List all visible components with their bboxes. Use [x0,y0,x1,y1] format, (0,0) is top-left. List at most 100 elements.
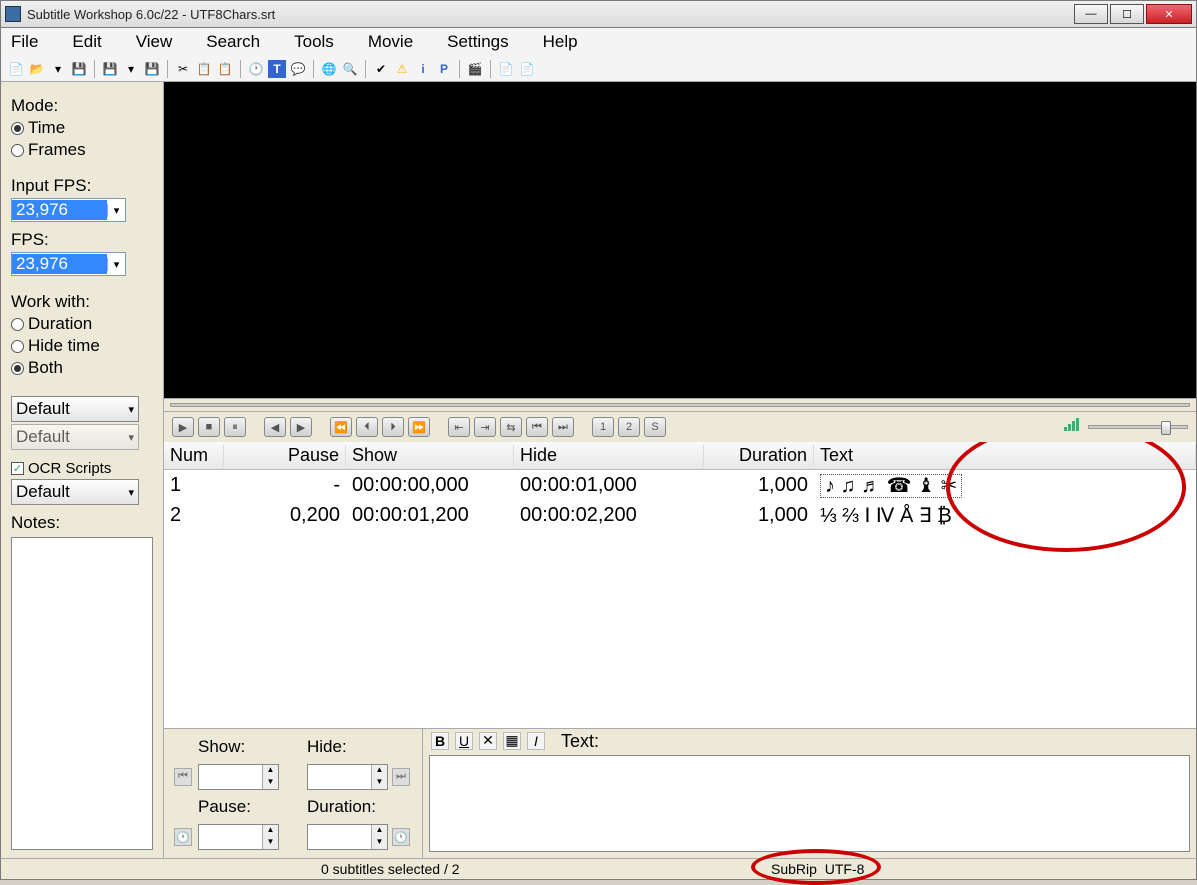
doc2-icon[interactable]: 📄 [518,60,536,78]
italic-button[interactable]: I [527,732,545,750]
menu-edit[interactable]: Edit [68,30,105,54]
title-bar: Subtitle Workshop 6.0c/22 - UTF8Chars.sr… [0,0,1197,28]
subtitle-text-input[interactable] [429,755,1190,852]
radio-frames[interactable]: Frames [11,140,153,160]
cut-icon[interactable]: ✂ [174,60,192,78]
input-fps-label: Input FPS: [11,176,153,196]
stop-button[interactable]: ■ [198,417,220,437]
dropdown-icon[interactable]: ▾ [49,60,67,78]
rewind-button[interactable]: ⏪ [330,417,352,437]
combo-default-3[interactable]: Default▾ [11,479,139,505]
lang-icon[interactable]: 🌐 [320,60,338,78]
mark-in-button[interactable]: ⇤ [448,417,470,437]
open-icon[interactable]: 📂 [28,60,46,78]
status-bar: 0 subtitles selected / 2 SubRip UTF-8 [0,858,1197,880]
show-input[interactable]: ▲▼ [198,764,279,790]
chat-icon[interactable]: 💬 [289,60,307,78]
input-fps-field[interactable]: 23,976▾ [11,198,126,222]
num1-button[interactable]: 1 [592,417,614,437]
play-button[interactable]: ▶ [172,417,194,437]
doc1-icon[interactable]: 📄 [497,60,515,78]
sync3-button[interactable]: ⏭ [552,417,574,437]
search-icon[interactable]: 🔍 [341,60,359,78]
prev-button[interactable]: ◀ [264,417,286,437]
copy-icon[interactable]: 📋 [195,60,213,78]
subtitle-text-cell: ⅓ ⅔ Ⅰ Ⅳ Å ∃ ₿ [814,503,1196,528]
next-sub-icon[interactable]: ⏭ [392,768,410,786]
next-button[interactable]: ▶ [290,417,312,437]
status-encoding: UTF-8 [825,861,865,877]
col-text[interactable]: Text [814,445,1196,466]
menu-view[interactable]: View [132,30,177,54]
combo-default-1[interactable]: Default▾ [11,396,139,422]
paste-icon[interactable]: 📋 [216,60,234,78]
table-row[interactable]: 2 0,200 00:00:01,200 00:00:02,200 1,000 … [164,500,1196,530]
notes-label: Notes: [11,513,153,533]
menu-bar: File Edit View Search Tools Movie Settin… [0,28,1197,56]
sync2-button[interactable]: ⏮ [526,417,548,437]
duration-input[interactable]: ▲▼ [307,824,388,850]
back-button[interactable]: ⏴ [356,417,378,437]
work-with-label: Work with: [11,292,153,312]
menu-movie[interactable]: Movie [364,30,417,54]
text-icon[interactable]: T [268,60,286,78]
sync1-button[interactable]: ⇆ [500,417,522,437]
fwd-button[interactable]: ⏵ [382,417,404,437]
notes-textarea[interactable] [11,537,153,850]
maximize-button[interactable]: ☐ [1110,4,1144,24]
radio-hidetime[interactable]: Hide time [11,336,153,356]
radio-both[interactable]: Both [11,358,153,378]
menu-settings[interactable]: Settings [443,30,512,54]
video-preview[interactable] [164,82,1196,398]
color-button[interactable]: ▦ [503,732,521,750]
video-icon[interactable]: 🎬 [466,60,484,78]
info-icon[interactable]: i [414,60,432,78]
save2-icon[interactable]: 💾 [101,60,119,78]
save-icon[interactable]: 💾 [70,60,88,78]
clear-button[interactable]: ✕ [479,732,497,750]
status-format: SubRip [771,861,817,877]
dropdown2-icon[interactable]: ▾ [122,60,140,78]
playback-controls: ▶ ■ ⏸ ◀ ▶ ⏪ ⏴ ⏵ ⏩ ⇤ ⇥ ⇆ ⏮ ⏭ 1 2 S [164,412,1196,442]
underline-button[interactable]: U [455,732,473,750]
menu-search[interactable]: Search [202,30,264,54]
menu-help[interactable]: Help [539,30,582,54]
col-pause[interactable]: Pause [224,445,346,466]
scrub-bar[interactable] [164,398,1196,412]
close-button[interactable]: ✕ [1146,4,1192,24]
new-icon[interactable]: 📄 [7,60,25,78]
radio-time[interactable]: Time [11,118,153,138]
menu-file[interactable]: File [7,30,42,54]
clock1-icon[interactable]: 🕐 [174,828,192,846]
bold-button[interactable]: B [431,732,449,750]
col-duration[interactable]: Duration [704,445,814,466]
warning-icon[interactable]: ⚠ [393,60,411,78]
prev-sub-icon[interactable]: ⏮ [174,768,192,786]
time-icon[interactable]: 🕐 [247,60,265,78]
subtitle-text-cell[interactable]: ♪ ♫ ♬ ☎ ♝ ✂ [820,474,962,498]
clock2-icon[interactable]: 🕐 [392,828,410,846]
pascal-icon[interactable]: P [435,60,453,78]
menu-tools[interactable]: Tools [290,30,338,54]
fps-field[interactable]: 23,976▾ [11,252,126,276]
s-button[interactable]: S [644,417,666,437]
table-row[interactable]: 1 - 00:00:00,000 00:00:01,000 1,000 ♪ ♫ … [164,470,1196,500]
col-hide[interactable]: Hide [514,445,704,466]
hide-input[interactable]: ▲▼ [307,764,388,790]
save3-icon[interactable]: 💾 [143,60,161,78]
combo-default-2[interactable]: Default▾ [11,424,139,450]
show-label: Show: [198,737,279,757]
pause-input[interactable]: ▲▼ [198,824,279,850]
ffwd-button[interactable]: ⏩ [408,417,430,437]
ocr-scripts-checkbox[interactable]: ✓OCR Scripts [11,460,153,477]
mark-out-button[interactable]: ⇥ [474,417,496,437]
minimize-button[interactable]: — [1074,4,1108,24]
num2-button[interactable]: 2 [618,417,640,437]
col-show[interactable]: Show [346,445,514,466]
volume-slider[interactable] [1088,425,1188,429]
subtitle-grid[interactable]: Num Pause Show Hide Duration Text 1 - 00… [164,442,1196,728]
col-num[interactable]: Num [164,445,224,466]
spellcheck-icon[interactable]: ✔ [372,60,390,78]
radio-duration[interactable]: Duration [11,314,153,334]
pause-button[interactable]: ⏸ [224,417,246,437]
